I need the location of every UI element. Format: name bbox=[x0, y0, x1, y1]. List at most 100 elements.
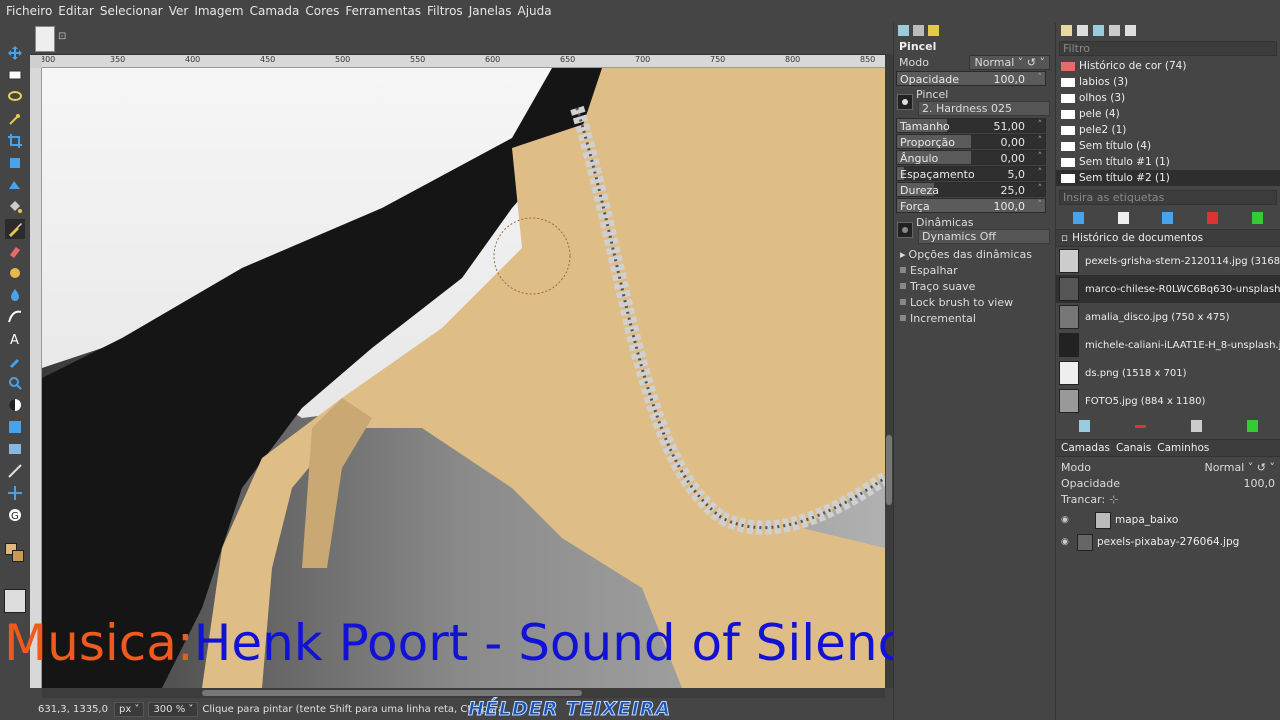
tab-channels[interactable]: Canais bbox=[1116, 442, 1151, 454]
menu-filtros[interactable]: Filtros bbox=[424, 0, 466, 23]
duplicate-icon[interactable] bbox=[1162, 212, 1174, 224]
mode-select[interactable]: Normal ˅ ↺ ˅ bbox=[969, 54, 1050, 70]
fuzzy-select-icon[interactable] bbox=[5, 109, 25, 129]
layer-row[interactable]: ◉ mapa_baixo bbox=[1056, 509, 1280, 531]
align-icon[interactable] bbox=[5, 483, 25, 503]
close-icon[interactable]: ⊡ bbox=[58, 31, 66, 42]
gegl-icon[interactable]: G bbox=[5, 505, 25, 525]
tab-paths[interactable]: Caminhos bbox=[1157, 442, 1209, 454]
spin-icon[interactable]: ˄ bbox=[1038, 73, 1043, 83]
refresh-icon[interactable] bbox=[1252, 212, 1264, 224]
vertical-scrollbar[interactable] bbox=[885, 55, 893, 688]
list-item[interactable]: Sem título (4) bbox=[1056, 138, 1280, 154]
opacity-slider[interactable]: Opacidade 100,0 ˄ bbox=[896, 71, 1046, 86]
spin-icon[interactable]: ˄ bbox=[1038, 152, 1043, 162]
menu-ferramentas[interactable]: Ferramentas bbox=[342, 0, 424, 23]
new-icon[interactable] bbox=[1117, 212, 1129, 224]
spin-icon[interactable]: ˄ bbox=[1038, 120, 1043, 130]
list-item[interactable]: Sem título #1 (1) bbox=[1056, 154, 1280, 170]
lasso-icon[interactable] bbox=[5, 87, 25, 107]
lock-brush-checkbox[interactable]: Lock brush to view bbox=[894, 294, 1055, 310]
clear-icon[interactable] bbox=[1190, 420, 1202, 432]
rect-select-icon[interactable] bbox=[5, 65, 25, 85]
tags-tab-icon[interactable] bbox=[1125, 25, 1136, 36]
aspect-slider[interactable]: Proporção 0,00 ˄ bbox=[896, 134, 1046, 149]
ruler-corner[interactable] bbox=[30, 55, 42, 68]
menu-cores[interactable]: Cores bbox=[302, 0, 342, 23]
move-tool-icon[interactable] bbox=[5, 43, 25, 63]
menu-selecionar[interactable]: Selecionar bbox=[97, 0, 166, 23]
tag-entry-input[interactable]: Insira as etiquetas bbox=[1059, 190, 1277, 205]
path-icon[interactable] bbox=[5, 307, 25, 327]
checkbox-icon[interactable] bbox=[900, 267, 906, 273]
eye-icon[interactable]: ◉ bbox=[1061, 515, 1077, 525]
unit-select[interactable]: px ˅ bbox=[113, 701, 145, 717]
transform-icon[interactable] bbox=[5, 153, 25, 173]
menu-ajuda[interactable]: Ajuda bbox=[515, 0, 555, 23]
horizontal-scrollbar[interactable] bbox=[42, 688, 885, 698]
list-item[interactable]: pexels-grisha-stern-2120114.jpg (3168 x bbox=[1056, 247, 1280, 275]
smooth-stroke-checkbox[interactable]: Traço suave bbox=[894, 278, 1055, 294]
clone-icon[interactable] bbox=[5, 263, 25, 283]
eye-icon[interactable]: ◉ bbox=[1061, 537, 1077, 547]
brushes-tab-icon[interactable] bbox=[1061, 25, 1072, 36]
vertical-ruler[interactable] bbox=[30, 68, 42, 688]
layer-mode-select[interactable]: Normal ˅ ↺ ˅ bbox=[1204, 461, 1275, 474]
smudge-icon[interactable] bbox=[5, 285, 25, 305]
list-item[interactable]: pele2 (1) bbox=[1056, 122, 1280, 138]
angle-slider[interactable]: Ângulo 0,00 ˄ bbox=[896, 150, 1046, 165]
pointer-tab-icon[interactable] bbox=[1109, 25, 1120, 36]
tool-options-icon[interactable] bbox=[898, 25, 909, 36]
measure-icon[interactable] bbox=[5, 461, 25, 481]
color-picker-icon[interactable] bbox=[5, 351, 25, 371]
horizontal-scroll-thumb[interactable] bbox=[202, 690, 582, 696]
menu-ficheiro[interactable]: Ficheiro bbox=[3, 0, 55, 23]
menu-janelas[interactable]: Janelas bbox=[466, 0, 515, 23]
vertical-scroll-thumb[interactable] bbox=[886, 435, 892, 505]
levels-icon[interactable] bbox=[5, 395, 25, 415]
force-slider[interactable]: Força 100,0 ˄ bbox=[896, 198, 1046, 213]
size-slider[interactable]: Tamanho 51,00 ˄ bbox=[896, 118, 1046, 133]
patterns-tab-icon[interactable] bbox=[1077, 25, 1088, 36]
brush-preview-icon[interactable] bbox=[897, 94, 913, 110]
eraser-icon[interactable] bbox=[5, 241, 25, 261]
zoom-select[interactable]: 300 % ˅ bbox=[148, 701, 199, 717]
list-item[interactable]: ds.png (1518 x 701) bbox=[1056, 359, 1280, 387]
paintbrush-icon[interactable] bbox=[5, 219, 25, 239]
text-icon[interactable]: A bbox=[5, 329, 25, 349]
dynamics-selector[interactable]: Dinâmicas Dynamics Off bbox=[897, 216, 1052, 244]
image-tab-thumbnail[interactable] bbox=[35, 26, 55, 52]
checkbox-icon[interactable] bbox=[900, 283, 906, 289]
list-item[interactable]: pele (4) bbox=[1056, 106, 1280, 122]
device-status-icon[interactable] bbox=[913, 25, 924, 36]
list-item[interactable]: FOTO5.jpg (884 x 1180) bbox=[1056, 387, 1280, 415]
tab-layers[interactable]: Camadas bbox=[1061, 442, 1110, 454]
spin-icon[interactable]: ˄ bbox=[1038, 168, 1043, 178]
list-item[interactable]: michele-caliani-iLAAT1E-H_8-unsplash.jp bbox=[1056, 331, 1280, 359]
dynamics-field[interactable]: Dynamics Off bbox=[918, 229, 1050, 244]
scatter-checkbox[interactable]: Espalhar bbox=[894, 262, 1055, 278]
spacing-slider[interactable]: Espaçamento 5,0 ˄ bbox=[896, 166, 1046, 181]
list-item[interactable]: olhos (3) bbox=[1056, 90, 1280, 106]
brush-name-field[interactable]: 2. Hardness 025 bbox=[918, 101, 1050, 116]
bucket-fill-icon[interactable] bbox=[5, 197, 25, 217]
dynamics-options-expander[interactable]: ▸ Opções das dinâmicas bbox=[894, 246, 1055, 262]
curves-icon[interactable] bbox=[5, 417, 25, 437]
doc-history-header[interactable]: ▫ Histórico de documentos bbox=[1056, 229, 1280, 247]
list-item[interactable]: labios (3) bbox=[1056, 74, 1280, 90]
spin-icon[interactable]: ˄ bbox=[1038, 184, 1043, 194]
remove-icon[interactable] bbox=[1134, 424, 1146, 428]
image-icon[interactable] bbox=[5, 439, 25, 459]
delete-icon[interactable] bbox=[1207, 212, 1219, 224]
spin-icon[interactable]: ˄ bbox=[1038, 200, 1043, 210]
list-item[interactable]: marco-chilese-R0LWC6Bq630-unsplash.j bbox=[1056, 275, 1280, 303]
background-color-swatch[interactable] bbox=[12, 550, 24, 562]
zoom-icon[interactable] bbox=[5, 373, 25, 393]
spin-icon[interactable]: ˄ bbox=[1038, 136, 1043, 146]
menu-ver[interactable]: Ver bbox=[166, 0, 192, 23]
list-item[interactable]: Sem título #2 (1) bbox=[1056, 170, 1280, 186]
checkbox-icon[interactable] bbox=[900, 299, 906, 305]
list-item[interactable]: amalia_disco.jpg (750 x 475) bbox=[1056, 303, 1280, 331]
brush-selector[interactable]: Pincel 2. Hardness 025 bbox=[897, 88, 1052, 116]
menu-editar[interactable]: Editar bbox=[55, 0, 97, 23]
